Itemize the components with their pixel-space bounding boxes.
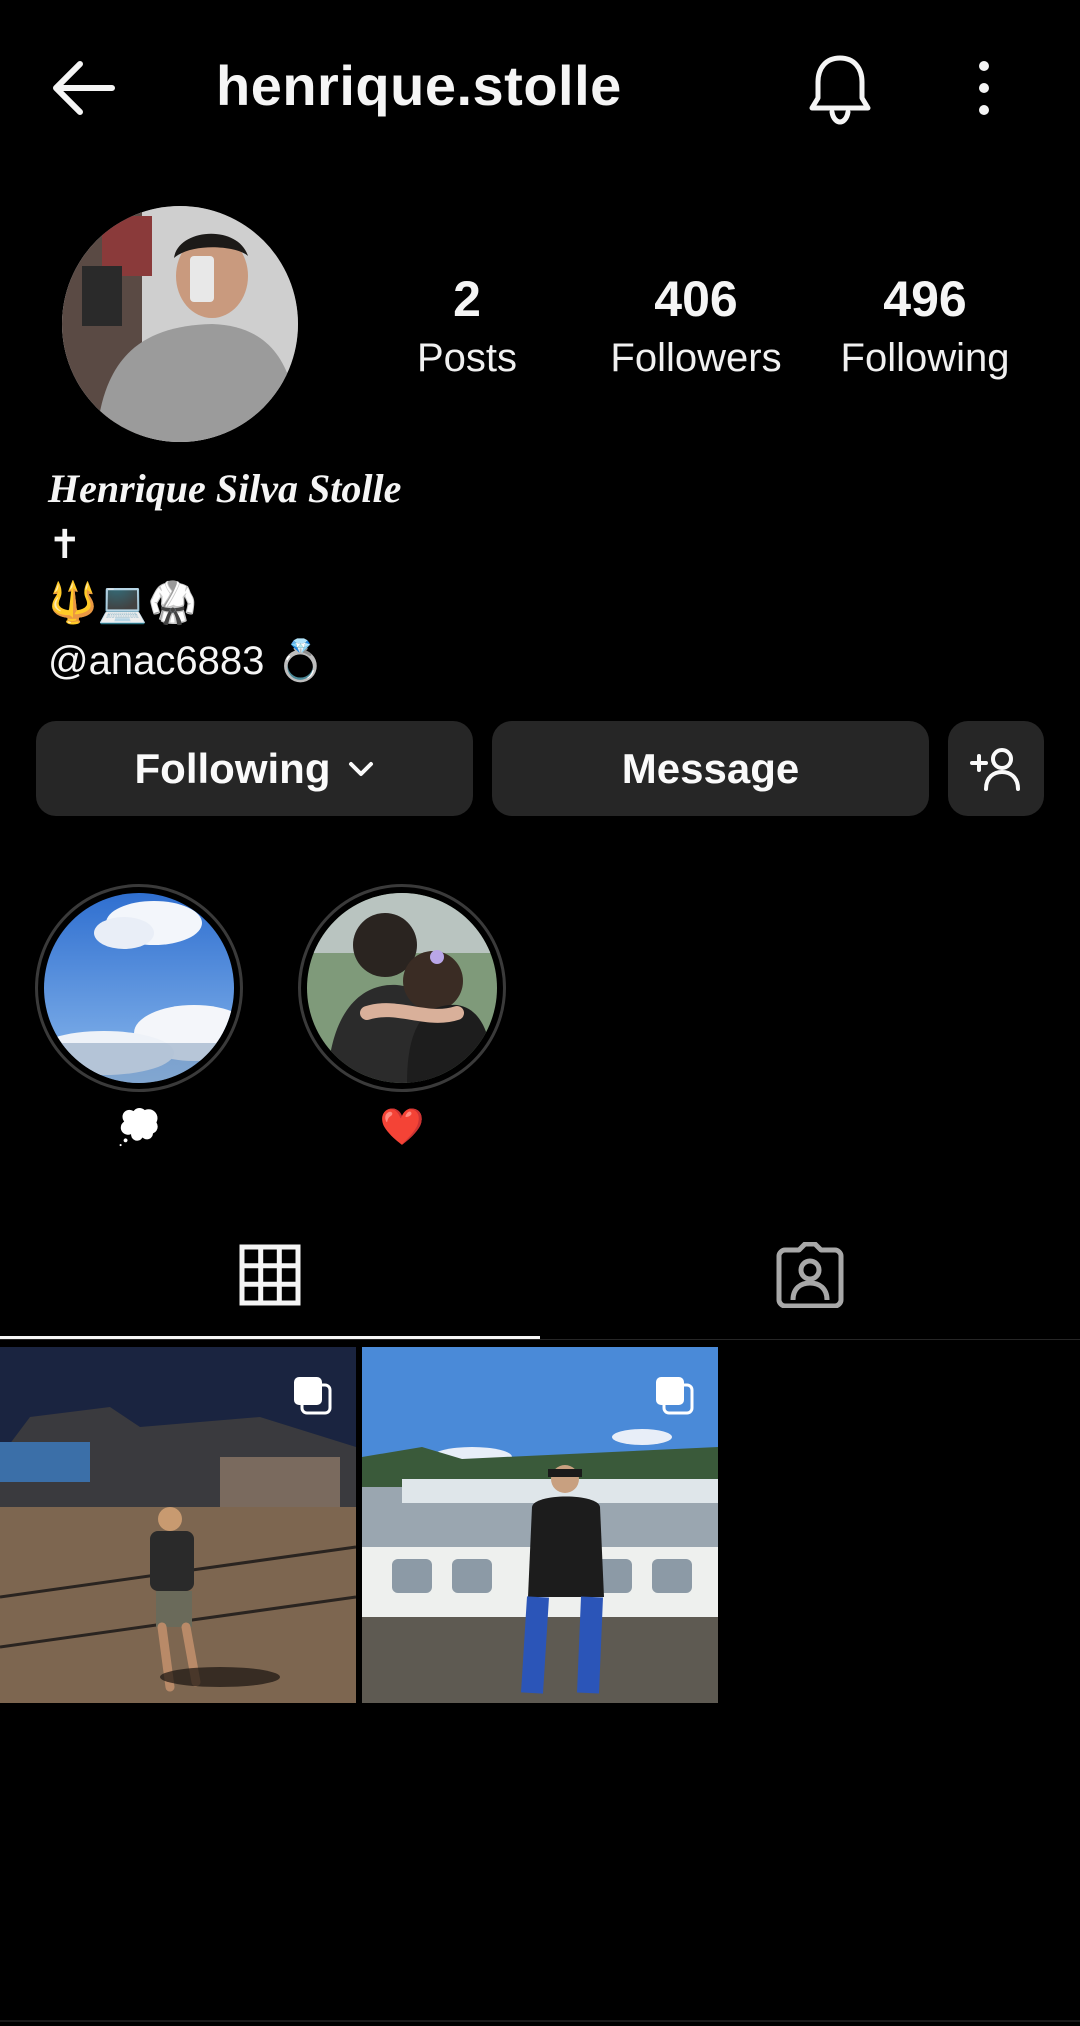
message-button-label: Message: [621, 744, 800, 792]
divider: [0, 1339, 1080, 1340]
add-person-icon: [970, 747, 1020, 791]
following-count[interactable]: 496 Following: [815, 268, 1035, 386]
bio-line: ✝: [48, 523, 82, 567]
post-thumbnail[interactable]: [362, 1347, 718, 1703]
posts-count[interactable]: 2 Posts: [357, 268, 577, 386]
following-button[interactable]: Following: [36, 721, 473, 816]
followers-count[interactable]: 406 Followers: [586, 268, 806, 386]
full-name: Henrique Silva Stolle: [48, 466, 402, 511]
divider: [0, 2020, 1080, 2022]
more-options-button[interactable]: [960, 50, 1008, 126]
multiple-photos-icon: [294, 1377, 332, 1415]
chevron-down-icon: [349, 761, 374, 776]
bell-icon: [809, 55, 871, 125]
followers-label: Followers: [610, 336, 782, 380]
story-highlight[interactable]: [35, 884, 243, 1092]
profile-username: henrique.stolle: [216, 54, 622, 117]
following-label: Following: [840, 336, 1010, 380]
post-thumbnail[interactable]: [0, 1347, 356, 1703]
highlight-label: ❤️: [379, 1106, 425, 1147]
avatar[interactable]: [62, 206, 298, 442]
followers-value: 406: [654, 271, 738, 327]
highlight-cover: [307, 893, 497, 1083]
posts-value: 2: [453, 271, 481, 327]
suggest-users-button[interactable]: [948, 721, 1044, 816]
tab-tagged[interactable]: [540, 1210, 1080, 1340]
bio-mention-link[interactable]: @anac6883 💍: [48, 634, 325, 688]
bio-line: 🔱💻🥋: [48, 581, 198, 625]
tab-posts-grid[interactable]: [0, 1210, 540, 1340]
multiple-photos-icon: [656, 1377, 694, 1415]
following-value: 496: [883, 271, 967, 327]
grid-icon: [239, 1244, 301, 1306]
following-button-label: Following: [134, 744, 331, 792]
highlight-label: 💭: [116, 1106, 162, 1147]
profile-photo: [62, 206, 298, 442]
tagged-person-icon: [776, 1242, 844, 1308]
story-highlight[interactable]: [298, 884, 506, 1092]
notifications-button[interactable]: [804, 48, 876, 128]
arrow-left-icon: [53, 61, 115, 115]
more-vertical-icon: [979, 61, 989, 115]
highlight-cover: [44, 893, 234, 1083]
message-button[interactable]: Message: [492, 721, 929, 816]
back-button[interactable]: [46, 50, 122, 126]
posts-label: Posts: [416, 336, 518, 380]
